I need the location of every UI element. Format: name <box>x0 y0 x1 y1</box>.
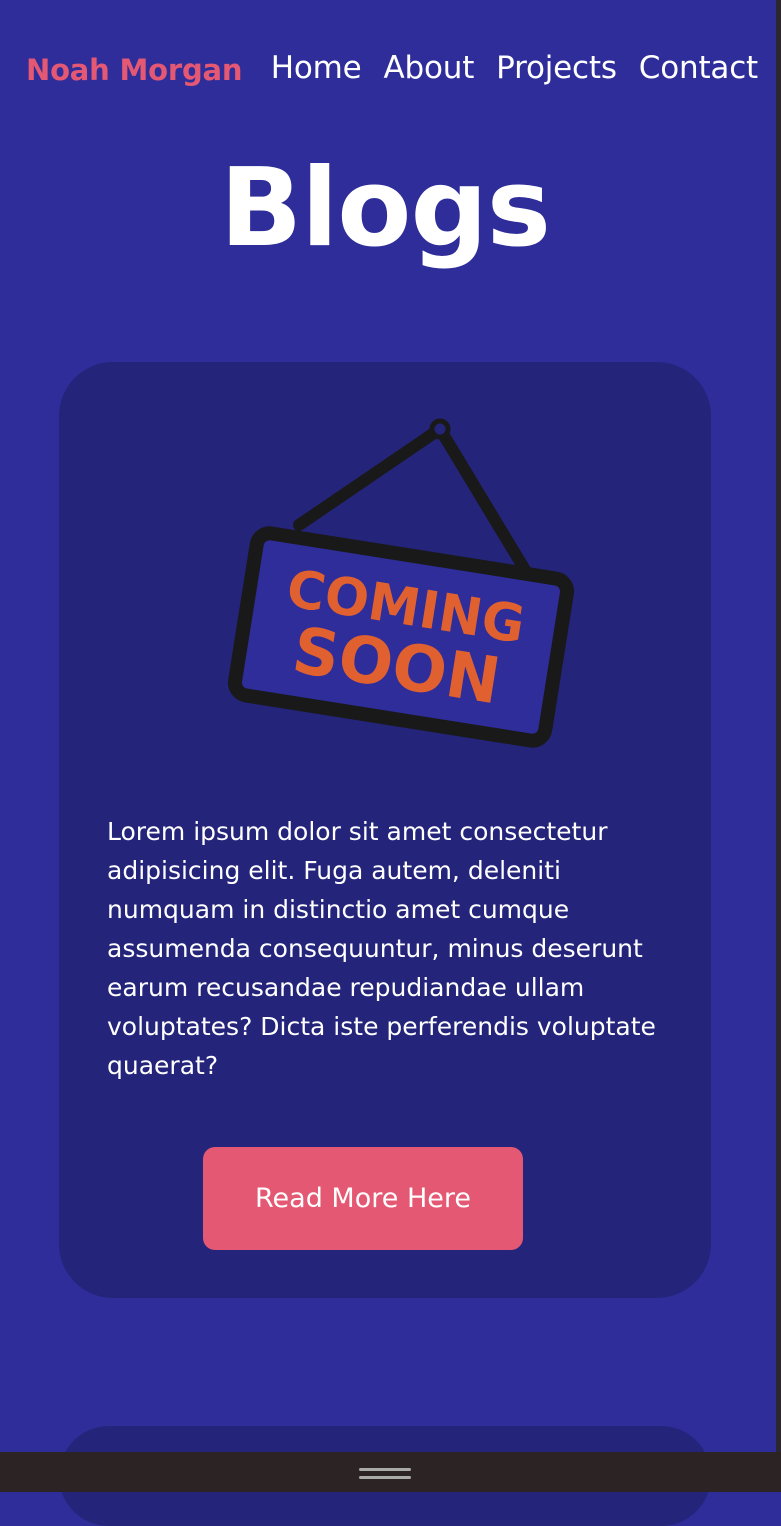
nav-link-contact[interactable]: Contact <box>639 50 758 86</box>
page-title: Blogs <box>219 146 551 271</box>
coming-soon-sign-icon: COMING SOON <box>227 418 575 748</box>
top-navigation: Noah Morgan Home About Projects Contact <box>26 48 766 96</box>
brand-logo[interactable]: Noah Morgan <box>26 53 243 87</box>
drag-handle-icon[interactable] <box>359 1468 411 1479</box>
read-more-button[interactable]: Read More Here <box>203 1147 523 1250</box>
nav-link-about[interactable]: About <box>384 50 475 86</box>
blog-excerpt: Lorem ipsum dolor sit amet consectetur a… <box>107 817 656 1080</box>
window-edge <box>776 0 781 1452</box>
nav-links: Home About Projects Contact <box>271 50 758 86</box>
bottom-bar <box>0 1452 781 1492</box>
blog-card: COMING SOON Lorem ipsum dolor sit amet c… <box>59 362 711 1298</box>
nav-link-projects[interactable]: Projects <box>496 50 617 86</box>
nav-link-home[interactable]: Home <box>271 50 362 86</box>
